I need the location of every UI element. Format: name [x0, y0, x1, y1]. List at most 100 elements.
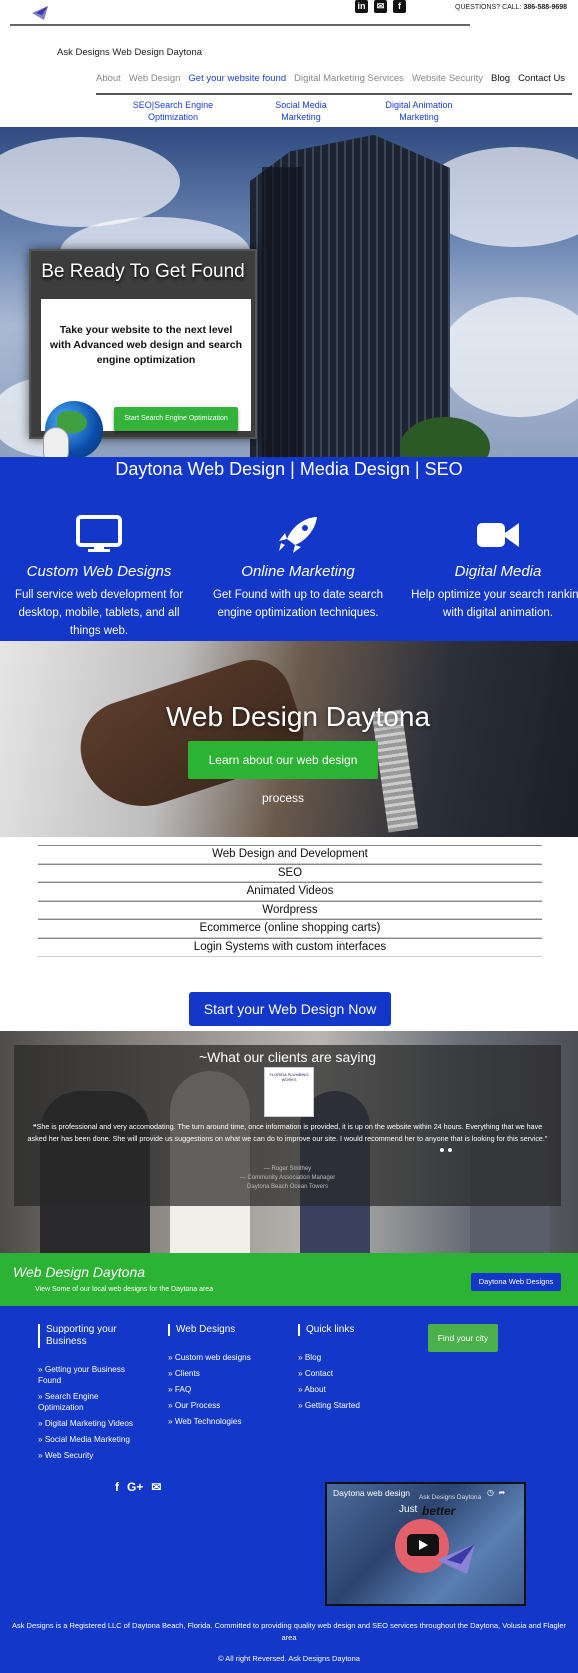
top-bar: in ✉ f QUESTIONS? CALL: 386-588-9698: [0, 0, 578, 28]
carousel-dots: [440, 1139, 456, 1157]
cloud: [440, 297, 578, 417]
footer-link[interactable]: » Clients: [168, 1368, 283, 1379]
subnav-seo[interactable]: SEO|Search Engine Optimization: [108, 99, 238, 123]
local-subtitle: View Some of our local web designs for t…: [35, 1286, 214, 1293]
video-subtitle: Ask Designs Daytona: [419, 1494, 482, 1501]
footer-link[interactable]: » Social Media Marketing: [38, 1434, 143, 1445]
footer-note: Ask Designs is a Registered LLC of Dayto…: [11, 1621, 567, 1642]
subnav-digital-animation[interactable]: Digital Animation Marketing: [380, 99, 458, 123]
client-logo: FLORIDA PLUMBING WORKS: [264, 1067, 314, 1117]
service-text: Help optimize your search ranking with d…: [411, 589, 578, 619]
top-social-links: in ✉ f: [355, 0, 406, 13]
testimonials-section: ~What our clients are saying FLORIDA PLU…: [0, 1031, 578, 1253]
subnav-social-media[interactable]: Social Media Marketing: [266, 99, 336, 123]
client-logo-text: FLORIDA PLUMBING WORKS: [269, 1072, 309, 1082]
nav-website-security[interactable]: Website Security: [412, 73, 483, 84]
video-caption-just: Just: [399, 1504, 418, 1515]
facebook-icon[interactable]: f: [393, 0, 406, 13]
testimonial-author: — Roger Smithey — Community Association …: [24, 1165, 551, 1192]
logo-icon: [437, 1544, 475, 1574]
footer-link[interactable]: » Custom web designs: [168, 1352, 283, 1363]
find-city-button[interactable]: Find your city: [428, 1324, 498, 1352]
carousel-dot[interactable]: [448, 1148, 452, 1152]
nav-about[interactable]: About: [96, 73, 121, 84]
process-title: Web Design Daytona: [165, 701, 431, 732]
list-item: Wordpress: [38, 900, 542, 920]
learn-process-button[interactable]: Learn about our web design process: [188, 741, 378, 805]
linkedin-icon[interactable]: in: [355, 0, 368, 13]
daytona-web-designs-button[interactable]: Daytona Web Designs: [471, 1273, 561, 1291]
share-icon[interactable]: ➦: [498, 1488, 505, 1497]
author-org: Daytona Beach Ocean Towers: [247, 1184, 328, 1190]
site-brand[interactable]: Ask Designs Web Design Daytona: [57, 47, 202, 58]
nav-web-design[interactable]: Web Design: [129, 73, 181, 84]
footer-link[interactable]: » Web Security: [38, 1450, 143, 1461]
footer-col-title: Web Designs: [168, 1324, 283, 1336]
service-custom-web[interactable]: Custom Web Designs Full service web deve…: [4, 515, 194, 640]
service-online-marketing[interactable]: Online Marketing Get Found with up to da…: [203, 515, 393, 622]
footer-link[interactable]: » Web Technologies: [168, 1416, 283, 1427]
phone-call: QUESTIONS? CALL: 386-588-9698: [455, 4, 567, 11]
clock-icon[interactable]: ◷: [487, 1488, 494, 1497]
list-item: Login Systems with custom interfaces: [38, 937, 542, 957]
footer-link[interactable]: » Contact: [298, 1368, 408, 1379]
email-icon[interactable]: ✉: [374, 0, 387, 13]
service-text: Full service web development for desktop…: [14, 589, 184, 637]
footer-link[interactable]: » Search Engine Optimization: [38, 1391, 143, 1413]
footer-link[interactable]: » Blog: [298, 1352, 408, 1363]
monitor-icon: [76, 515, 122, 553]
author-role: — Community Association Manager: [239, 1175, 336, 1181]
process-banner: Web Design Daytona Learn about our web d…: [0, 641, 578, 837]
author-name: — Roger Smithey: [263, 1166, 312, 1172]
mouse-icon: [43, 427, 69, 457]
testimonial-card: ~What our clients are saying FLORIDA PLU…: [14, 1045, 561, 1206]
facebook-icon[interactable]: f: [115, 1480, 119, 1494]
nav-blog[interactable]: Blog: [491, 73, 510, 84]
hero-banner: Be Ready To Get Found Take your website …: [0, 127, 578, 457]
footer-link[interactable]: » Getting your Business Found: [38, 1364, 143, 1386]
hero-card-body: Take your website to the next level with…: [41, 299, 251, 457]
copyright: © All right Reversed. Ask Designs Dayton…: [218, 1654, 360, 1663]
start-web-design-button[interactable]: Start your Web Design Now: [189, 992, 391, 1026]
email-icon[interactable]: ✉: [151, 1480, 161, 1494]
footer-col-business: Supporting your Business » Getting your …: [38, 1324, 143, 1466]
list-item: Animated Videos: [38, 882, 542, 901]
video-caption-better: better: [422, 1504, 456, 1518]
nav-contact[interactable]: Contact Us: [518, 73, 565, 84]
list-item: SEO: [38, 863, 542, 883]
footer-col-title: Quick links: [298, 1324, 408, 1336]
footer-col-title: Supporting your Business: [38, 1324, 143, 1348]
footer-link[interactable]: » About: [298, 1384, 408, 1395]
footer-link[interactable]: » Digital Marketing Videos: [38, 1418, 143, 1429]
list-item: Web Design and Development: [38, 845, 542, 864]
local-designs-bar: Web Design Daytona View Some of our loca…: [0, 1253, 578, 1306]
video-title[interactable]: Daytona web design: [333, 1488, 410, 1498]
list-item: Ecommerce (online shopping carts): [38, 919, 542, 938]
service-digital-media[interactable]: Digital Media Help optimize your search …: [403, 515, 578, 622]
nav-get-found[interactable]: Get your website found: [188, 73, 286, 84]
service-title: Online Marketing: [241, 563, 355, 580]
footer-col-quick-links: Quick links » Blog » Contact » About » G…: [298, 1324, 408, 1416]
hero-text: Take your website to the next level with…: [49, 324, 243, 366]
hero-title: Be Ready To Get Found: [41, 261, 245, 282]
footer-link[interactable]: » Getting Started: [298, 1400, 408, 1411]
phone-number[interactable]: 386-588-9698: [523, 4, 567, 11]
google-plus-icon[interactable]: G+: [127, 1480, 143, 1494]
footer-link[interactable]: » Our Process: [168, 1400, 283, 1411]
service-title: Custom Web Designs: [26, 563, 172, 580]
services-section: Daytona Web Design | Media Design | SEO …: [0, 457, 578, 641]
nav-divider: [96, 93, 572, 95]
nav-digital-marketing[interactable]: Digital Marketing Services: [294, 73, 404, 84]
service-text: Get Found with up to date search engine …: [212, 589, 384, 619]
footer-social-links: f G+ ✉: [115, 1480, 161, 1494]
footer-link[interactable]: » FAQ: [168, 1384, 283, 1395]
logo-icon[interactable]: [30, 4, 50, 22]
start-seo-button[interactable]: Start Search Engine Optimization: [114, 407, 238, 431]
rocket-icon: [275, 515, 321, 553]
video-embed[interactable]: Daytona web design Ask Designs Daytona ◷…: [325, 1482, 526, 1606]
local-title: Web Design Daytona: [13, 1264, 146, 1280]
video-actions: ◷ ➦: [487, 1488, 505, 1497]
carousel-dot[interactable]: [440, 1148, 444, 1152]
play-icon[interactable]: [407, 1534, 439, 1556]
testimonial-quote: ❝She is professional and very accomodati…: [27, 1122, 548, 1143]
